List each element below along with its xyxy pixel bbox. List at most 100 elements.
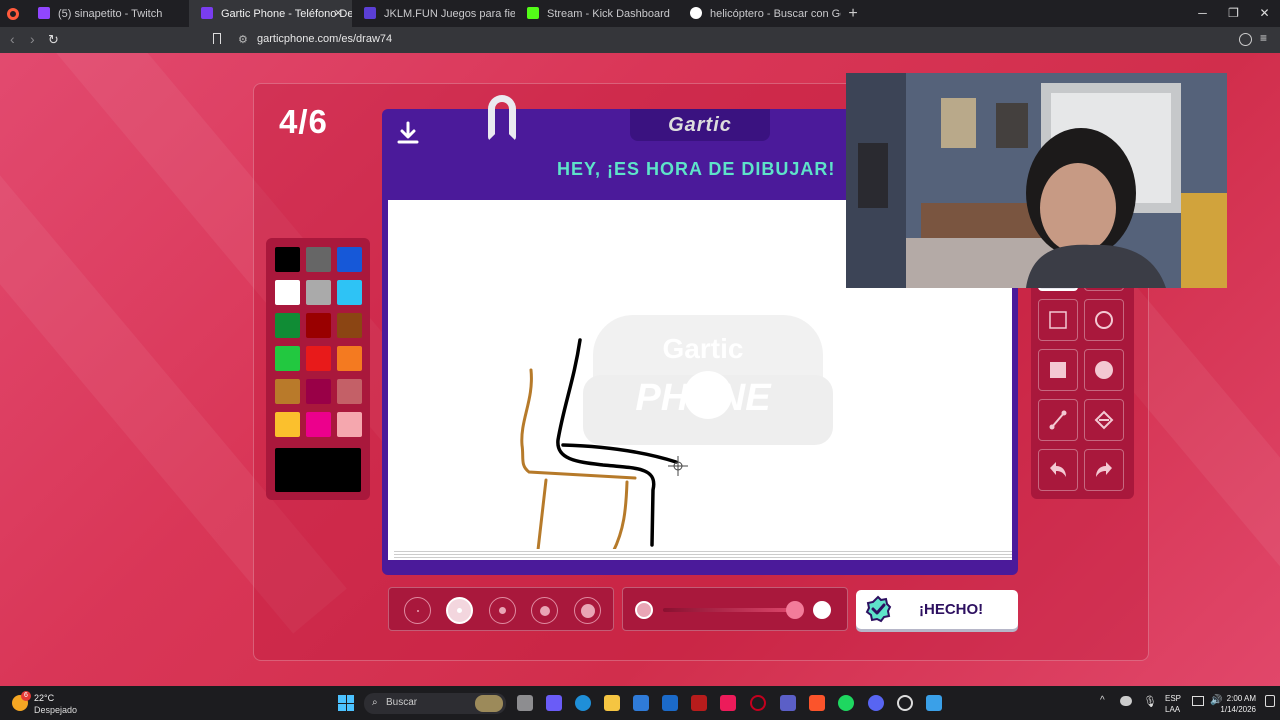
windows-start-icon[interactable] (338, 695, 354, 711)
done-button[interactable]: ¡HECHO! (856, 590, 1018, 629)
redo-tool[interactable] (1084, 449, 1124, 491)
brush-size-2[interactable] (446, 597, 473, 624)
color-swatch[interactable] (275, 247, 300, 272)
display-icon[interactable] (1192, 696, 1204, 706)
keyboard-layout[interactable]: LAA (1165, 705, 1180, 714)
done-label: ¡HECHO! (919, 601, 984, 618)
color-swatch[interactable] (306, 247, 331, 272)
download-button[interactable] (394, 117, 422, 145)
circle-fill-tool[interactable] (1084, 349, 1124, 391)
jklm-favicon-icon (364, 7, 376, 19)
shield-icon[interactable] (1239, 33, 1252, 46)
opacity-high-icon (813, 601, 831, 619)
tab-close-icon[interactable]: × (334, 5, 342, 20)
new-tab-button[interactable]: + (841, 0, 865, 27)
outlook-icon[interactable] (662, 695, 678, 711)
site-info-icon[interactable]: ⚙ (238, 33, 248, 46)
restore-icon[interactable]: ❐ (1218, 0, 1249, 27)
color-swatch[interactable] (337, 280, 362, 305)
gartic-page: 4/6 Gartic HEY, ¡ES HORA DE DIBUJAR! Gar… (0, 53, 1280, 686)
color-swatch[interactable] (306, 379, 331, 404)
rectangle-outline-tool[interactable] (1038, 299, 1078, 341)
obs-icon[interactable] (897, 695, 913, 711)
spotify-icon[interactable] (838, 695, 854, 711)
current-color-preview (275, 448, 361, 492)
file-explorer-icon[interactable] (604, 695, 620, 711)
tab-gartic-phone[interactable]: Gartic Phone - Teléfono Descom × (189, 0, 352, 27)
microphone-icon[interactable]: 🎙 (1143, 695, 1157, 708)
tiktok-icon[interactable] (720, 695, 736, 711)
store-icon[interactable] (633, 695, 649, 711)
app-icon[interactable] (926, 695, 942, 711)
notification-icon[interactable] (1265, 695, 1275, 707)
browser-logo-icon[interactable] (0, 0, 26, 27)
task-view-icon[interactable] (517, 695, 533, 711)
forward-icon[interactable]: › (30, 31, 35, 47)
color-swatch[interactable] (275, 379, 300, 404)
onedrive-icon[interactable] (1120, 696, 1132, 706)
color-swatch[interactable] (337, 379, 362, 404)
tab-kick[interactable]: Stream - Kick Dashboard (515, 0, 678, 27)
color-swatch[interactable] (337, 346, 362, 371)
opera-icon[interactable] (750, 695, 766, 711)
color-swatch[interactable] (306, 280, 331, 305)
copilot-icon[interactable] (546, 695, 562, 711)
opacity-track[interactable] (663, 608, 803, 612)
search-icon: ⌕ (372, 697, 378, 708)
weather-description: Despejado (34, 705, 78, 715)
circle-outline-tool[interactable] (1084, 299, 1124, 341)
bookmark-icon[interactable] (213, 33, 221, 44)
teams-icon[interactable] (780, 695, 796, 711)
brush-size-1[interactable] (404, 597, 431, 624)
undo-tool[interactable] (1038, 449, 1078, 491)
gartic-favicon-icon (201, 7, 213, 19)
minimize-icon[interactable]: ─ (1187, 0, 1218, 27)
search-highlight-image (475, 695, 503, 712)
brave-icon[interactable] (809, 695, 825, 711)
download-icon (397, 121, 419, 144)
line-tool[interactable] (1038, 399, 1078, 441)
reload-icon[interactable]: ↻ (48, 32, 59, 48)
color-swatch[interactable] (337, 247, 362, 272)
window-controls: ─ ❐ ✕ (1187, 0, 1280, 27)
taskbar-search[interactable]: ⌕ Buscar (364, 693, 506, 714)
netflix-icon[interactable] (691, 695, 707, 711)
webcam-overlay (846, 73, 1227, 288)
edge-icon[interactable] (575, 695, 591, 711)
search-placeholder: Buscar (386, 697, 418, 708)
color-swatch[interactable] (275, 412, 300, 437)
opacity-slider (622, 587, 848, 631)
fill-bucket-tool[interactable] (1084, 399, 1124, 441)
color-swatch[interactable] (337, 412, 362, 437)
tab-label: Gartic Phone - Teléfono Descom (221, 7, 352, 20)
url-field[interactable]: ⚙ garticphone.com/es/draw74 (213, 30, 988, 50)
windows-taskbar: 6 22°C Despejado ⌕ Buscar ^ 🎙 ESP LAA 🔊 … (0, 686, 1280, 720)
back-icon[interactable]: ‹ (10, 31, 15, 47)
tab-twitch[interactable]: (5) sinapetito - Twitch (26, 0, 189, 27)
color-swatch[interactable] (275, 346, 300, 371)
brush-size-5[interactable] (574, 597, 601, 624)
language-indicator[interactable]: ESP (1165, 694, 1181, 703)
square-filled-icon (1050, 362, 1066, 378)
color-swatch[interactable] (306, 313, 331, 338)
color-palette (266, 238, 370, 500)
clock-time[interactable]: 2:00 AM (1227, 694, 1256, 703)
color-swatch[interactable] (275, 313, 300, 338)
menu-icon[interactable]: ≡ (1260, 31, 1267, 45)
address-bar: ‹ › ↻ ⚙ garticphone.com/es/draw74 ≡ (0, 27, 1280, 53)
brush-size-4[interactable] (531, 597, 558, 624)
clock-date[interactable]: 1/14/2026 (1220, 705, 1256, 714)
color-swatch[interactable] (337, 313, 362, 338)
color-swatch[interactable] (306, 346, 331, 371)
tab-jklm[interactable]: JKLM.FUN Juegos para fiestas en PC (352, 0, 515, 27)
brush-size-3[interactable] (489, 597, 516, 624)
rectangle-fill-tool[interactable] (1038, 349, 1078, 391)
color-swatch[interactable] (275, 280, 300, 305)
color-swatch[interactable] (306, 412, 331, 437)
close-window-icon[interactable]: ✕ (1249, 0, 1280, 27)
tab-google[interactable]: helicóptero - Buscar con Google (678, 0, 841, 27)
watermark-gartic-text: Gartic (663, 333, 744, 364)
tray-chevron-icon[interactable]: ^ (1100, 695, 1105, 706)
opacity-handle[interactable] (786, 601, 804, 619)
discord-icon[interactable] (868, 695, 884, 711)
